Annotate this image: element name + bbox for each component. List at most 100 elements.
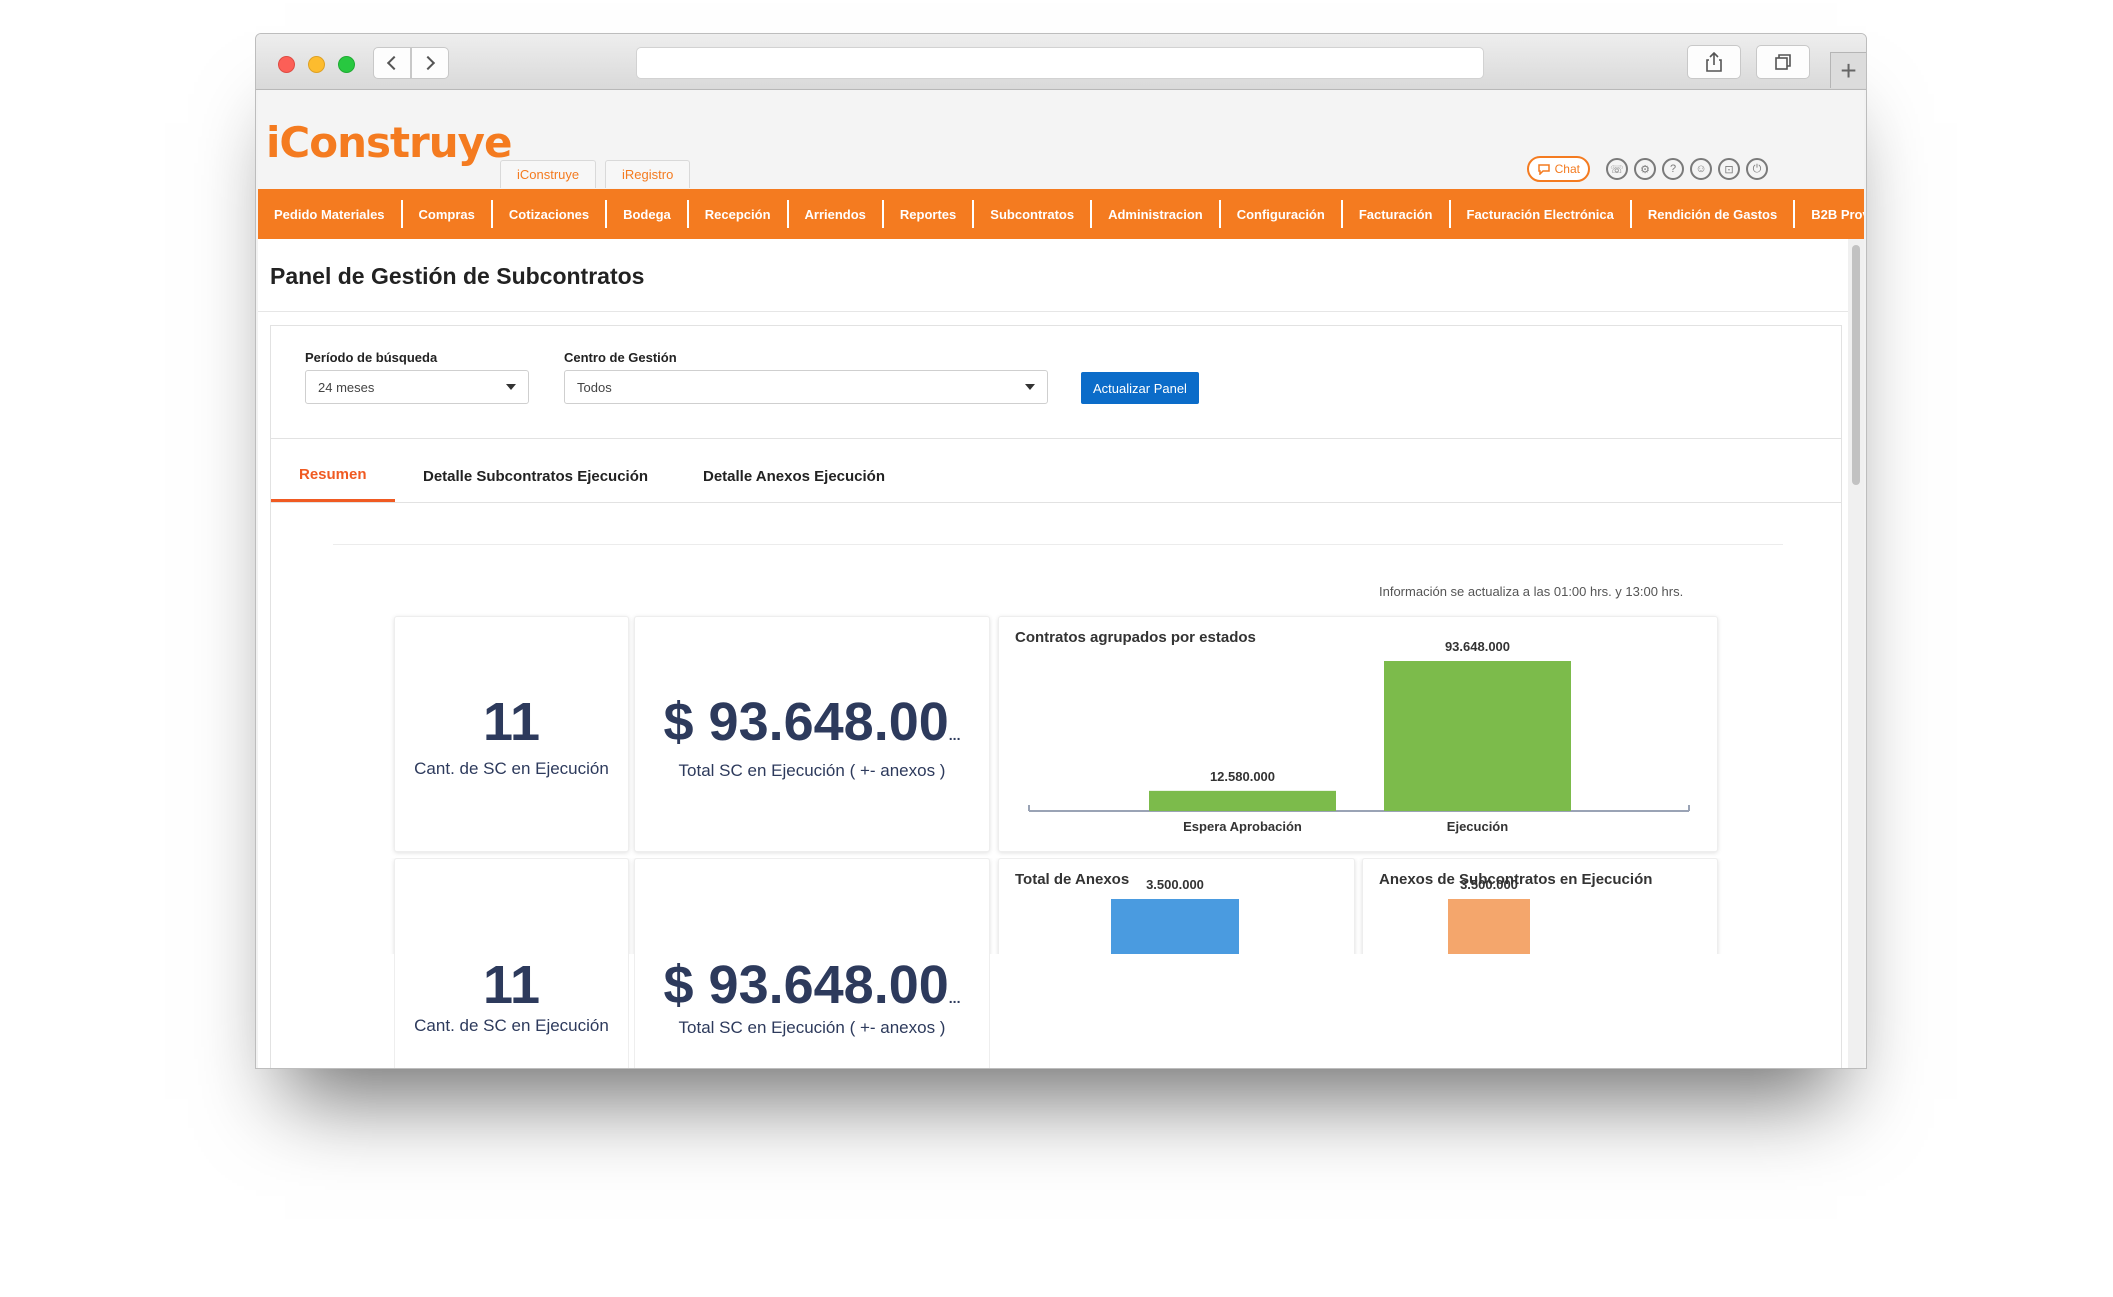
bar-value-label: 93.648.000 — [1445, 639, 1510, 654]
kpi-count-value: 11 — [482, 692, 541, 752]
kpi-card-total: $ 93.648.00... Total SC en Ejecución ( +… — [634, 616, 990, 852]
menu-b2b-proveedores[interactable]: B2B Prove — [1795, 200, 1864, 228]
power-icon[interactable]: ⏻ — [1746, 158, 1768, 180]
browser-window: + iConstruye iConstruye iRegistro Chat ☏… — [255, 33, 1867, 1069]
menu-subcontratos[interactable]: Subcontratos — [974, 200, 1093, 228]
menu-administracion[interactable]: Administracion — [1092, 200, 1221, 228]
kpi-card-count-2-lower: 11 Cant. de SC en Ejecución — [394, 954, 629, 1068]
bar[interactable] — [1149, 790, 1336, 811]
tab-detalle-subcontratos[interactable]: Detalle Subcontratos Ejecución — [395, 450, 676, 502]
kpi-total-wrap: $ 93.648.00... — [635, 691, 989, 753]
caret-down-icon — [506, 384, 516, 390]
kpi-card-count: 11 Cant. de SC en Ejecución — [394, 616, 629, 852]
kpi-card-total-2-lower: $ 93.648.00... Total SC en Ejecución ( +… — [634, 954, 990, 1068]
bar-value-label: 3.500.000 — [1460, 877, 1518, 892]
chart-card-estados: Contratos agrupados por estados 12.580.0… — [998, 616, 1718, 852]
app-tab-iregistro[interactable]: iRegistro — [605, 160, 691, 188]
chevron-left-icon — [386, 55, 402, 71]
chart-estados-svg: 12.580.000 Espera Aprobación 93.648.000 Eje… — [1028, 639, 1690, 834]
update-note: Información se actualiza a las 01:00 hrs… — [1379, 584, 1684, 599]
chat-label: Chat — [1554, 162, 1580, 176]
menu-configuracion[interactable]: Configuración — [1221, 200, 1343, 228]
center-label: Centro de Gestión — [564, 350, 677, 365]
web-page: iConstruye iConstruye iRegistro Chat ☏ ⚙… — [258, 90, 1864, 1068]
lock-icon[interactable]: ⊡ — [1718, 158, 1740, 180]
page-scrollbar[interactable] — [1848, 239, 1864, 1068]
menu-compras[interactable]: Compras — [403, 200, 493, 228]
phone-icon[interactable]: ☏ — [1606, 158, 1628, 180]
share-icon — [1706, 52, 1722, 72]
kpi-total-caption-2: Total SC en Ejecución ( +- anexos ) — [678, 1018, 946, 1037]
tab-resumen[interactable]: Resumen — [271, 450, 395, 502]
category-label: Ejecución — [1447, 819, 1508, 834]
chat-button[interactable]: Chat — [1526, 156, 1590, 182]
dashboard-panel: Período de búsqueda 24 meses Centro de G… — [270, 325, 1843, 1068]
gear-icon[interactable]: ⚙ — [1634, 158, 1656, 180]
divider — [271, 438, 1841, 439]
bar[interactable] — [1111, 899, 1239, 954]
new-tab-button[interactable]: + — [1830, 52, 1866, 88]
menu-pedido-materiales[interactable]: Pedido Materiales — [258, 200, 403, 228]
iconstruye-logo[interactable]: iConstruye — [266, 118, 513, 167]
bar[interactable] — [1384, 661, 1571, 811]
chevron-right-icon — [420, 55, 436, 71]
chart-card-total-anexos: Total de Anexos 3.500.000 — [998, 858, 1355, 954]
back-button[interactable] — [373, 47, 411, 79]
caret-down-icon — [1025, 384, 1035, 390]
menu-facturacion-electronica[interactable]: Facturación Electrónica — [1451, 200, 1632, 228]
tab-detalle-anexos[interactable]: Detalle Anexos Ejecución — [675, 450, 913, 502]
tabs-divider — [271, 502, 1841, 503]
period-label: Período de búsqueda — [305, 350, 438, 365]
chart-card-anexos-ejecucion: Anexos de Subcontratos en Ejecución 3.50… — [1362, 858, 1718, 954]
main-menu: Pedido Materiales Compras Cotizaciones B… — [258, 189, 1864, 239]
period-select[interactable]: 24 meses — [305, 370, 529, 404]
period-select-value: 24 meses — [318, 379, 375, 395]
browser-titlebar: + — [256, 34, 1866, 90]
menu-recepcion[interactable]: Recepción — [689, 200, 789, 228]
menu-reportes[interactable]: Reportes — [884, 200, 975, 228]
utility-bar: Chat ☏ ⚙ ? ☺ ⊡ ⏻ — [1526, 156, 1768, 182]
main-content: Panel de Gestión de Subcontratos Período… — [258, 239, 1848, 1068]
kpi-total-ellipsis: ... — [948, 727, 961, 743]
zoom-window-button[interactable] — [338, 56, 355, 73]
kpi-total-caption: Total SC en Ejecución ( +- anexos ) — [678, 761, 946, 780]
kpi-count-caption: Cant. de SC en Ejecución — [414, 759, 609, 778]
kpi-card-total-2 — [634, 858, 990, 954]
second-row-clip: Total de Anexos 3.500.000 Anexos de Subc… — [271, 858, 1843, 954]
bar-value-label: 12.580.000 — [1210, 769, 1275, 784]
kpi-total-value-2: $ 93.648.00 — [663, 955, 949, 1015]
menu-bodega[interactable]: Bodega — [607, 200, 689, 228]
user-icon[interactable]: ☺ — [1690, 158, 1712, 180]
scrollbar-thumb[interactable] — [1852, 245, 1860, 485]
divider — [333, 544, 1783, 545]
menu-facturacion[interactable]: Facturación — [1343, 200, 1451, 228]
chart-anexos-ejecucion-svg: 3.500.000 — [1448, 877, 1530, 954]
plus-icon: + — [1840, 54, 1857, 86]
chat-icon — [1537, 164, 1550, 175]
category-label: Espera Aprobación — [1183, 819, 1302, 834]
divider — [258, 311, 1848, 312]
forward-button[interactable] — [411, 47, 449, 79]
menu-cotizaciones[interactable]: Cotizaciones — [493, 200, 608, 228]
menu-rendicion-de-gastos[interactable]: Rendición de Gastos — [1632, 200, 1796, 228]
kpi-count-value-2: 11 — [482, 955, 541, 1015]
center-select[interactable]: Todos — [564, 370, 1048, 404]
update-panel-button[interactable]: Actualizar Panel — [1081, 372, 1199, 404]
address-bar[interactable] — [636, 47, 1484, 79]
help-icon[interactable]: ? — [1662, 158, 1684, 180]
kpi-count-caption-2: Cant. de SC en Ejecución — [414, 1016, 609, 1035]
minimize-window-button[interactable] — [308, 56, 325, 73]
bar[interactable] — [1448, 899, 1530, 954]
show-tabs-button[interactable] — [1756, 45, 1810, 79]
menu-arriendos[interactable]: Arriendos — [789, 200, 884, 228]
tabs-icon — [1775, 54, 1791, 70]
page-title: Panel de Gestión de Subcontratos — [270, 263, 645, 289]
kpi-total-value: $ 93.648.00 — [663, 692, 949, 752]
bar-value-label: 3.500.000 — [1146, 877, 1204, 892]
center-select-value: Todos — [577, 379, 612, 395]
close-window-button[interactable] — [278, 56, 295, 73]
kpi-card-count-2 — [394, 858, 629, 954]
share-button[interactable] — [1687, 45, 1741, 79]
chart-total-anexos-svg: 3.500.000 — [1111, 877, 1239, 954]
app-tab-iconstruye[interactable]: iConstruye — [500, 160, 597, 188]
